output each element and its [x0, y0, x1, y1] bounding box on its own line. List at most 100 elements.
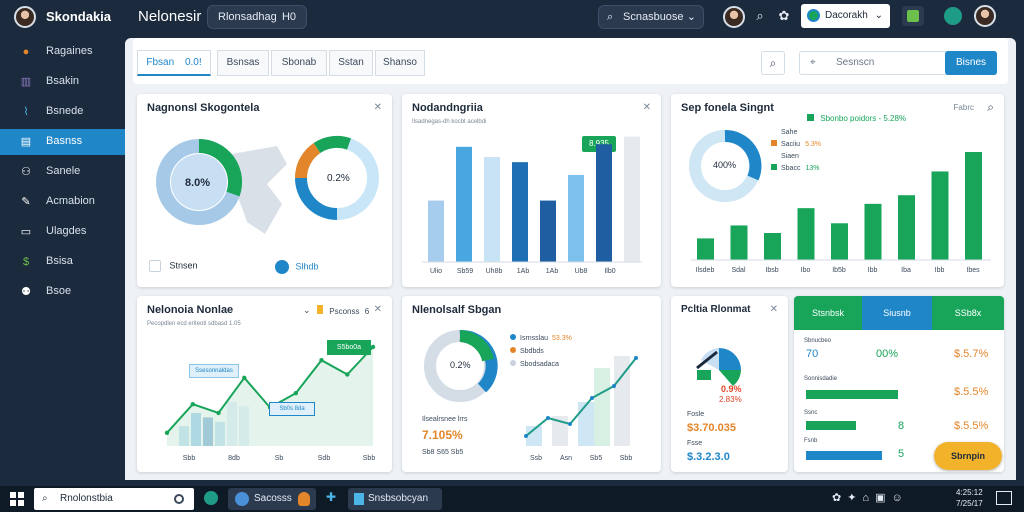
- bar-overview-chart: Ulio Sb59 Uh8b 1Ab 1Ab Ub8 Ilb0: [422, 136, 642, 275]
- tab-overview[interactable]: Fbsan 0.0!: [137, 50, 211, 76]
- profile-avatar[interactable]: [723, 6, 745, 28]
- region-select-label: Scnasbuose: [623, 11, 684, 23]
- pin-icon: ⌖: [810, 57, 816, 68]
- taskbar-app-label: Sacosss: [254, 493, 292, 504]
- stats-tab-c[interactable]: SSb8x: [932, 296, 1004, 330]
- potential-card: Pcltia Rlonmat ✕ 0.9% 2.83% Fosle $3.70.…: [671, 296, 788, 472]
- value-a: $3.70.035: [687, 422, 736, 434]
- sidebar-item[interactable]: ⚉ Bsoe: [0, 279, 125, 305]
- tooltip-b: Sb0s 8da: [269, 402, 315, 416]
- stats-tab-b[interactable]: Siusnb: [862, 296, 932, 330]
- info-icon: [275, 260, 289, 274]
- wrench-icon: ✎: [21, 196, 31, 208]
- progress-bar: [806, 421, 856, 430]
- row-label: Ssnc: [804, 410, 818, 416]
- app-icon: [354, 493, 364, 505]
- analytics-icon: ⌇: [23, 106, 29, 118]
- search-button[interactable]: Bisnes: [945, 51, 997, 75]
- x-tick-label: Sbb: [183, 455, 196, 462]
- clock-time: 4:25:12: [956, 488, 983, 497]
- account-logo-icon: [807, 9, 820, 22]
- sidebar-item[interactable]: ▭ Ulagdes: [0, 219, 125, 245]
- segments-card: Nlenolsalf Sbgan 0.2% Isrnsslau 53.3% Sbdb…: [402, 296, 661, 472]
- settings-icon[interactable]: ✿: [774, 6, 794, 26]
- x-tick-label: Ulio: [430, 268, 442, 275]
- bar: [898, 195, 915, 260]
- tray-icons[interactable]: ✿✦⌂▣☺: [832, 491, 909, 504]
- sidebar-item[interactable]: ⌇ Bsnede: [0, 99, 125, 125]
- sidebar-item[interactable]: ▤ Basnss: [0, 129, 125, 155]
- account-select[interactable]: Dacorakh ⌄: [801, 4, 890, 28]
- map-value: 8.0%: [185, 177, 211, 189]
- trend-card: Nelonoia Nonlae Pecopdlen ecd eriteoti s…: [137, 296, 392, 472]
- bar: [864, 203, 882, 260]
- windows-start-icon[interactable]: [10, 492, 24, 506]
- taskbar-app-1[interactable]: Sacosss: [228, 488, 316, 510]
- bar: [512, 162, 528, 262]
- search-chip-suffix: H0: [281, 11, 296, 23]
- x-tick-label: Ibb: [935, 267, 945, 274]
- signal-bar-chart: Ilsdeb Sdal Ibsb Ibo Ib5b Ibb Iba Ibb Ibes: [691, 152, 991, 274]
- search-icon: ⌕: [607, 11, 614, 23]
- user-avatar[interactable]: [14, 6, 36, 28]
- progress-bar: [806, 390, 898, 399]
- square-icon: [149, 260, 161, 272]
- sidebar: ● Ragaines ▥ Bsakin ⌇ Bsnede ▤ Basnss ⚇ Sanele ✎ Ac…: [0, 34, 125, 486]
- apps-icon[interactable]: [902, 6, 924, 26]
- bar: [568, 174, 584, 262]
- bar: [697, 238, 714, 260]
- row-value-c: $.5.5%: [954, 386, 989, 398]
- bar: [540, 200, 556, 262]
- x-tick-label: Ibes: [966, 267, 980, 274]
- search-icon[interactable]: ⌕: [761, 51, 785, 75]
- data-point: [546, 416, 550, 420]
- fox-icon: [298, 492, 310, 506]
- x-tick-label: Ibb: [868, 267, 878, 274]
- bar: [931, 171, 949, 260]
- x-tick-label: Ub8: [575, 268, 588, 275]
- sidebar-item[interactable]: ▥ Bsakin: [0, 69, 125, 95]
- sidebar-item-label: Bsisa: [46, 255, 73, 267]
- tab-secondary[interactable]: Bsnsas: [217, 50, 269, 76]
- row-label: Sbnucbeo: [804, 338, 832, 344]
- x-tick-label: Ssb: [530, 455, 542, 462]
- tab-status[interactable]: Sstan: [329, 50, 373, 76]
- stats-tab-a[interactable]: Stsnbsk: [794, 296, 862, 330]
- search-icon[interactable]: ⌕: [750, 6, 770, 26]
- data-point: [634, 356, 638, 360]
- region-select[interactable]: ⌕ Scnasbuose ⌄: [598, 5, 704, 29]
- puzzle-icon[interactable]: ✚: [326, 490, 336, 504]
- search-chip[interactable]: Rlonsadhag H0: [207, 5, 307, 29]
- taskbar-search[interactable]: ⌕ Rnolonstbia: [34, 488, 194, 510]
- sidebar-item[interactable]: ✎ Acmabion: [0, 189, 125, 215]
- notification-icon[interactable]: [996, 491, 1012, 505]
- sidebar-item-label: Sanele: [46, 165, 81, 177]
- sidebar-item[interactable]: ● Ragaines: [0, 39, 125, 65]
- data-point: [612, 384, 616, 388]
- search-icon: ⌕: [42, 493, 48, 504]
- sidebar-item[interactable]: $ Bsisa: [0, 249, 125, 275]
- tab-badge: 0.0!: [184, 57, 202, 68]
- x-tick-label: Ib5b: [832, 267, 846, 274]
- legend-a-label: Stnsen: [169, 260, 198, 271]
- bar: [484, 157, 500, 262]
- tab-label: Shanso: [383, 57, 417, 68]
- secondary-avatar[interactable]: [974, 5, 996, 27]
- close-icon[interactable]: ✕: [770, 304, 778, 315]
- label-b: Fsse: [687, 440, 703, 447]
- action-button[interactable]: Sbrnpin: [934, 442, 1002, 470]
- x-tick-label: Ilsdeb: [696, 267, 715, 274]
- status-icon[interactable]: [944, 7, 962, 25]
- app-icon[interactable]: [204, 491, 218, 505]
- taskbar-app-2[interactable]: Snsbsobcyan: [348, 488, 442, 510]
- x-tick-label: 1Ab: [546, 268, 559, 275]
- row-value-b: 5: [898, 448, 905, 460]
- tab-shared[interactable]: Shanso: [375, 50, 425, 76]
- bar: [965, 152, 982, 260]
- search-placeholder: Sesnscn: [836, 57, 875, 68]
- tab-label: Fbsan: [146, 57, 175, 68]
- tab-reports[interactable]: Sbonab: [271, 50, 327, 76]
- tooltip-c: S5bo0a: [327, 340, 371, 355]
- x-tick-label: Ilb0: [604, 268, 615, 275]
- sidebar-item[interactable]: ⚇ Sanele: [0, 159, 125, 185]
